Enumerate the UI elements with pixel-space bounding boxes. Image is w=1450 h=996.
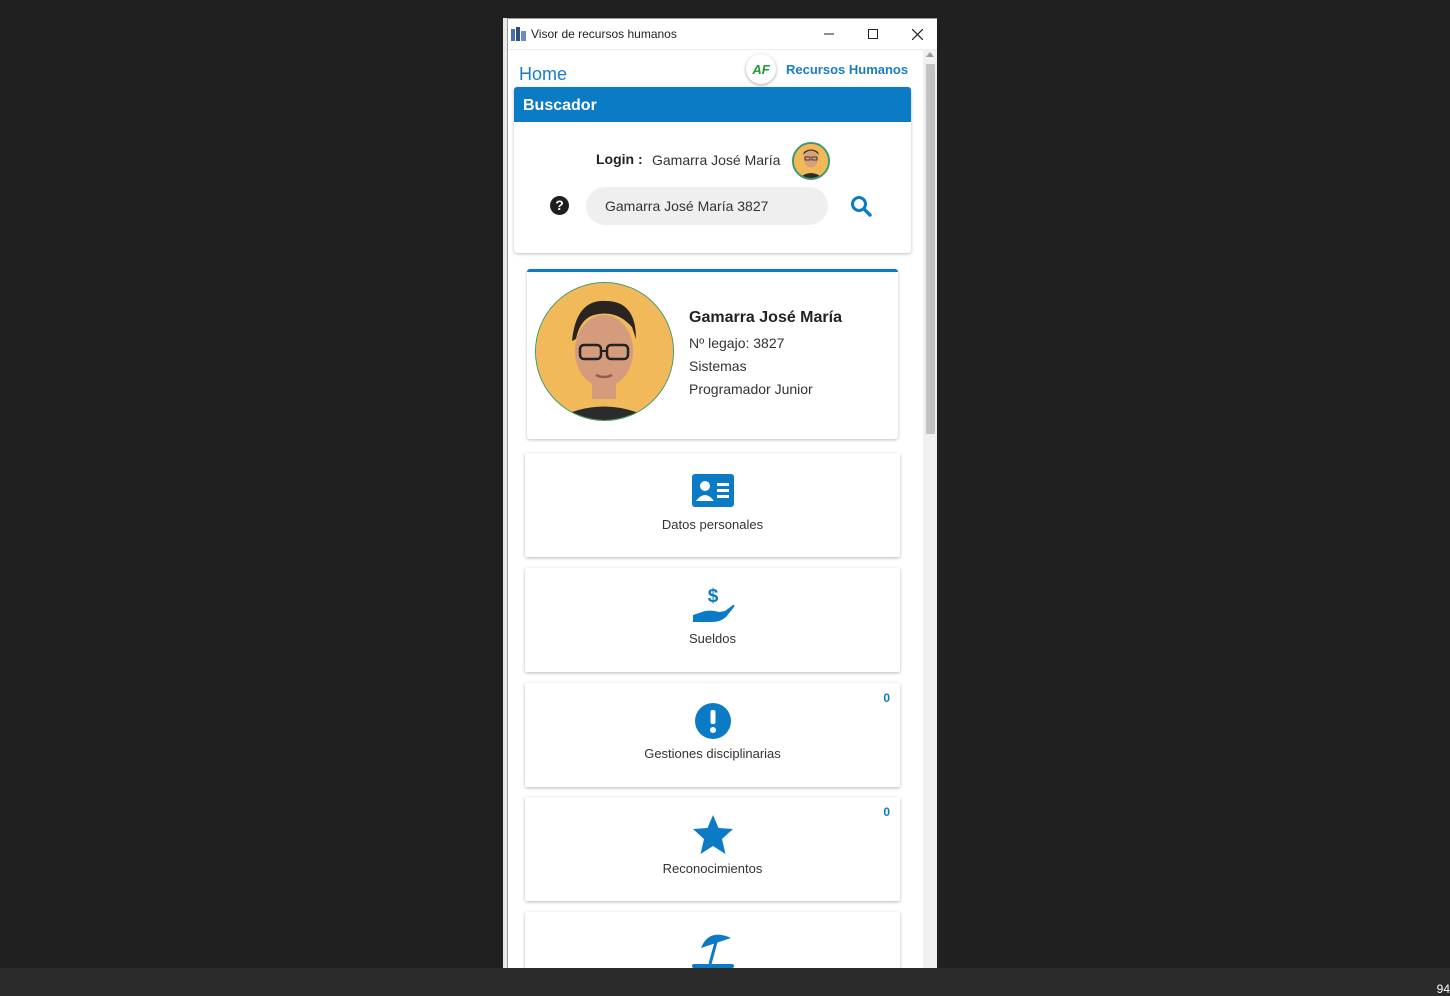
brand-name: Recursos Humanos — [786, 61, 909, 77]
app-content: Home AF Recursos Humanos Buscador Login … — [508, 50, 923, 969]
employee-area: Sistemas — [689, 358, 747, 374]
menu-item-label: Gestiones disciplinarias — [644, 746, 781, 761]
id-card-icon — [692, 474, 734, 507]
minimize-icon — [824, 33, 834, 35]
hr-viewer-window: Visor de recursos humanos Home AF Recurs… — [507, 18, 937, 969]
help-icon[interactable]: ? — [550, 196, 569, 215]
app-icon — [511, 27, 526, 41]
menu-item-sueldos[interactable]: $ Sueldos — [525, 568, 900, 672]
scroll-thumb[interactable] — [926, 64, 935, 434]
employee-profile-card: Gamarra José María Nº legajo: 3827 Siste… — [527, 269, 898, 439]
menu-item-gestiones-disciplinarias[interactable]: 0 Gestiones disciplinarias — [525, 683, 900, 787]
exclamation-circle-icon — [695, 703, 731, 739]
employee-legajo: Nº legajo: 3827 — [689, 335, 785, 351]
login-row: Login : Gamarra José María — [514, 142, 911, 182]
title-bar[interactable]: Visor de recursos humanos — [508, 19, 937, 50]
employee-position: Programador Junior — [689, 381, 813, 397]
buscador-title: Buscador — [514, 87, 911, 122]
menu-item-label: Reconocimientos — [662, 861, 763, 876]
taskbar-number: 94 — [1436, 982, 1450, 996]
menu-item-datos-personales[interactable]: Datos personales — [525, 453, 900, 557]
avatar[interactable] — [792, 142, 830, 180]
search-icon[interactable] — [850, 195, 872, 217]
svg-text:$: $ — [708, 586, 719, 607]
disciplinary-count-badge: 0 — [883, 691, 890, 705]
vertical-scrollbar[interactable] — [923, 50, 937, 969]
employee-name: Gamarra José María — [689, 309, 842, 326]
maximize-icon — [868, 29, 878, 39]
taskbar: 94 — [0, 968, 1450, 996]
menu-item-reconocimientos[interactable]: 0 Reconocimientos — [525, 797, 900, 901]
window-title: Visor de recursos humanos — [531, 27, 677, 41]
buscador-card: Buscador Login : Gamarra José María ? — [514, 87, 911, 253]
avatar-photo — [794, 144, 828, 178]
brand-logo: AF — [746, 54, 776, 84]
minimize-button[interactable] — [807, 19, 851, 49]
menu-item-label: Datos personales — [661, 517, 764, 532]
login-value: Gamarra José María — [652, 152, 781, 168]
recognition-count-badge: 0 — [883, 805, 890, 819]
login-label: Login : — [596, 151, 643, 167]
search-input[interactable] — [586, 187, 828, 225]
menu-item-vacaciones[interactable] — [525, 912, 900, 969]
employee-photo — [535, 282, 674, 421]
scroll-up-arrow-icon[interactable] — [926, 52, 934, 57]
maximize-button[interactable] — [851, 19, 895, 49]
umbrella-beach-icon — [692, 934, 734, 968]
employee-photo-image — [536, 283, 673, 420]
menu-item-label: Sueldos — [689, 631, 736, 646]
hand-dollar-icon: $ — [693, 586, 735, 622]
brand: AF Recursos Humanos — [746, 52, 908, 86]
close-icon — [911, 28, 923, 40]
home-link[interactable]: Home — [519, 64, 567, 85]
star-icon — [693, 815, 733, 854]
close-button[interactable] — [895, 19, 937, 49]
